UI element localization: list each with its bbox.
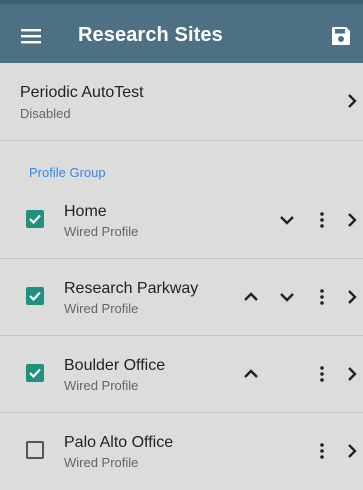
menu-button[interactable] (14, 19, 48, 53)
more-options-button[interactable] (312, 441, 332, 461)
profile-row-home[interactable]: Home Wired Profile (0, 182, 363, 259)
checkbox-research-parkway[interactable] (26, 287, 44, 305)
floppy-disk-save-icon (332, 27, 350, 45)
more-vert-icon (320, 289, 324, 305)
autotest-title: Periodic AutoTest (20, 84, 144, 101)
move-down-button[interactable] (277, 210, 297, 230)
chevron-down-icon (280, 216, 294, 225)
check-icon (29, 291, 41, 302)
more-options-button[interactable] (312, 210, 332, 230)
checkbox-palo-alto-office[interactable] (26, 441, 44, 459)
move-down-button[interactable] (277, 287, 297, 307)
checkbox-home[interactable] (26, 210, 44, 228)
profile-type: Wired Profile (64, 378, 139, 393)
save-button[interactable] (326, 21, 356, 51)
move-up-button[interactable] (241, 287, 261, 307)
chevron-right-icon[interactable] (342, 364, 362, 384)
profile-name: Boulder Office (64, 357, 166, 374)
more-vert-icon (320, 212, 324, 228)
profile-type: Wired Profile (64, 301, 139, 316)
app-bar: Research Sites (0, 0, 363, 63)
chevron-right-icon[interactable] (342, 210, 362, 230)
more-vert-icon (320, 443, 324, 459)
checkbox-boulder-office[interactable] (26, 364, 44, 382)
profile-name: Research Parkway (64, 280, 199, 297)
profile-row-palo-alto-office[interactable]: Palo Alto Office Wired Profile (0, 413, 363, 490)
check-icon (29, 214, 41, 225)
more-options-button[interactable] (312, 287, 332, 307)
profile-row-research-parkway[interactable]: Research Parkway Wired Profile (0, 259, 363, 336)
chevron-down-icon (280, 293, 294, 302)
chevron-up-icon (244, 292, 258, 301)
hamburger-menu-icon (21, 29, 41, 44)
chevron-right-icon[interactable] (342, 91, 362, 111)
chevron-right-icon[interactable] (342, 287, 362, 307)
autotest-status: Disabled (20, 106, 71, 121)
profile-row-boulder-office[interactable]: Boulder Office Wired Profile (0, 336, 363, 413)
chevron-right-icon[interactable] (342, 441, 362, 461)
profile-group-label: Profile Group (29, 165, 106, 180)
profile-name: Palo Alto Office (64, 434, 174, 451)
profile-name: Home (64, 203, 107, 220)
page-title: Research Sites (78, 24, 223, 46)
profile-type: Wired Profile (64, 455, 139, 470)
chevron-up-icon (244, 369, 258, 378)
profile-type: Wired Profile (64, 224, 139, 239)
periodic-autotest-row[interactable]: Periodic AutoTest Disabled (0, 63, 363, 141)
move-up-button[interactable] (241, 364, 261, 384)
check-icon (29, 368, 41, 379)
more-vert-icon (320, 366, 324, 382)
more-options-button[interactable] (312, 364, 332, 384)
